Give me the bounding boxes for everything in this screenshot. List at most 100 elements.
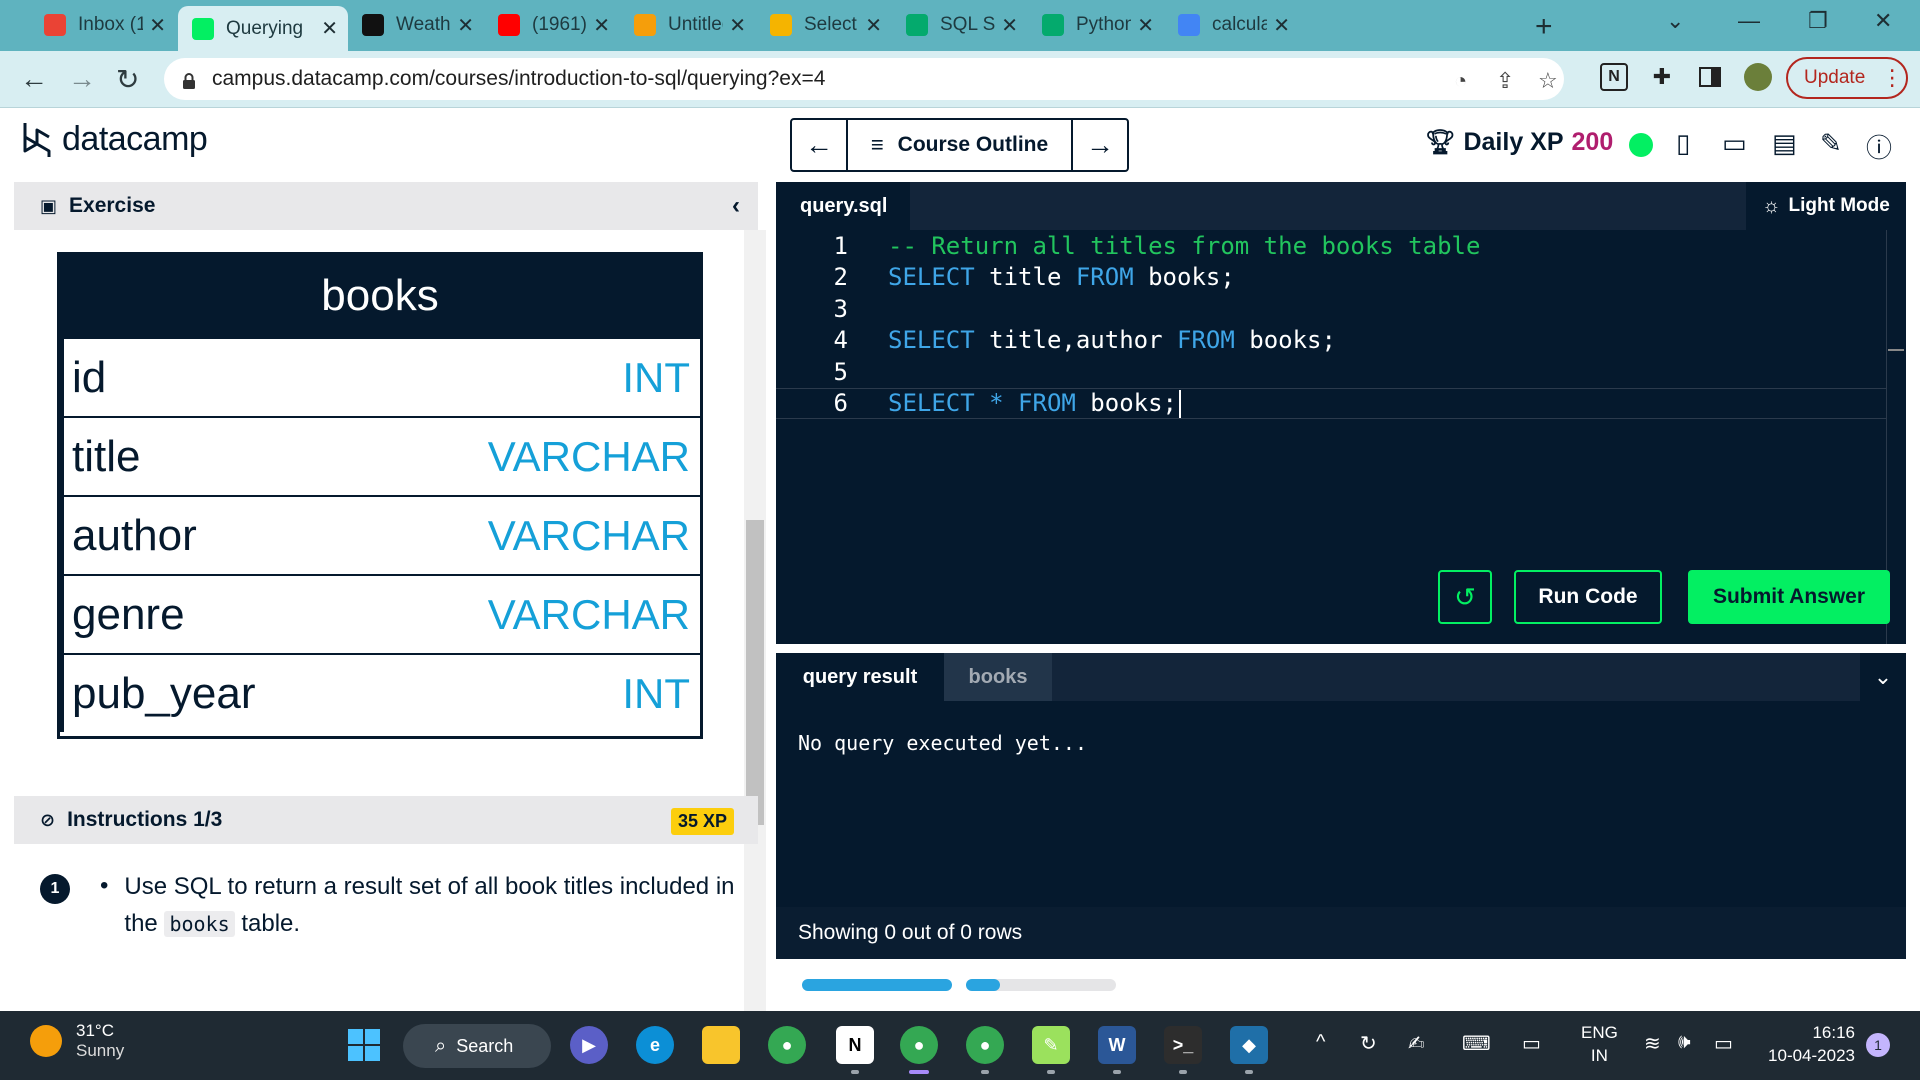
w3schools-icon <box>1042 14 1064 36</box>
bookmark-star-icon[interactable]: ☆ <box>1538 68 1558 94</box>
language-indicator[interactable]: ENG IN <box>1581 1021 1618 1067</box>
result-message: No query executed yet... <box>798 731 1087 755</box>
code-input-area[interactable]: 1 -- Return all titles from the books tab… <box>776 230 1886 590</box>
mysql-workbench-icon[interactable]: ◆ <box>1230 1026 1268 1064</box>
terminal-icon[interactable]: >_ <box>1164 1026 1202 1064</box>
browser-tab[interactable]: Weather ✕ <box>348 6 484 44</box>
reset-icon: ↺ <box>1454 581 1476 612</box>
column-type: VARCHAR <box>487 432 690 480</box>
edge-icon[interactable]: e <box>636 1026 674 1064</box>
tab-search-icon[interactable]: ⌄ <box>1666 8 1684 34</box>
wifi-icon[interactable]: ≋ <box>1644 1031 1661 1056</box>
new-tab-button[interactable]: + <box>1535 10 1553 44</box>
close-tab-icon[interactable]: ✕ <box>593 13 610 38</box>
exercise-icon: ▣ <box>40 195 58 216</box>
code-line: 1 -- Return all titles from the books tab… <box>776 230 1886 261</box>
next-exercise-button[interactable]: → <box>1073 120 1127 170</box>
video-icon[interactable]: ▭ <box>1722 128 1747 159</box>
run-code-button[interactable]: Run Code <box>1514 570 1662 624</box>
side-panel-icon[interactable] <box>1696 63 1724 91</box>
code-text: SELECT title FROM books; <box>888 263 1235 291</box>
submit-answer-button[interactable]: Submit Answer <box>1688 570 1890 624</box>
file-explorer-icon[interactable] <box>702 1026 740 1064</box>
share-icon[interactable]: ⇪ <box>1496 68 1514 94</box>
tab-books[interactable]: books <box>944 653 1052 701</box>
weather-site-icon <box>362 14 384 36</box>
previous-exercise-button[interactable]: ← <box>792 120 846 170</box>
chrome-icon[interactable]: ● <box>768 1026 806 1064</box>
profile-avatar[interactable] <box>1744 63 1772 91</box>
close-tab-icon[interactable]: ✕ <box>149 13 166 38</box>
slides-icon[interactable]: ▤ <box>1772 128 1797 159</box>
tab-query-result[interactable]: query result <box>776 653 944 701</box>
taskbar-search[interactable]: ⌕ Search <box>403 1024 551 1068</box>
teams-chat-icon[interactable]: ▶ <box>570 1026 608 1064</box>
close-tab-icon[interactable]: ✕ <box>1137 13 1154 38</box>
forward-icon[interactable]: → <box>68 63 96 95</box>
chrome-profile-2-icon[interactable]: ● <box>966 1026 1004 1064</box>
notes-edit-icon[interactable]: ✎ <box>1820 128 1842 159</box>
close-tab-icon[interactable]: ✕ <box>457 13 474 38</box>
battery-icon[interactable]: ▭ <box>1714 1031 1733 1056</box>
notion-extension-icon[interactable]: N <box>1600 63 1628 91</box>
keyboard-icon[interactable]: ⌨ <box>1462 1031 1491 1056</box>
chrome-profile-icon[interactable]: ● <box>900 1026 938 1064</box>
reload-icon[interactable]: ↻ <box>116 63 139 96</box>
close-window-icon[interactable]: ✕ <box>1874 8 1892 34</box>
close-tab-icon[interactable]: ✕ <box>1273 13 1290 38</box>
chevron-down-icon[interactable]: ⌄ <box>1860 653 1906 701</box>
clock[interactable]: 16:16 10-04-2023 <box>1763 1021 1855 1067</box>
scrollbar-thumb[interactable] <box>746 520 764 825</box>
code-line: 6 SELECT * FROM books; <box>776 387 1886 419</box>
sql-comment: -- Return all titles from the books tabl… <box>888 231 1481 260</box>
url-bar[interactable]: campus.datacamp.com/courses/introduction… <box>164 58 1564 100</box>
show-hidden-icons-icon[interactable]: ^ <box>1316 1031 1325 1054</box>
python-idle-icon[interactable]: ✎ <box>1032 1026 1070 1064</box>
reset-code-button[interactable]: ↺ <box>1438 570 1492 624</box>
minimize-icon[interactable]: — <box>1738 8 1760 34</box>
close-tab-icon[interactable]: ✕ <box>729 13 746 38</box>
volume-icon[interactable]: 🕪︎ <box>1678 1031 1691 1054</box>
back-icon[interactable]: ← <box>20 63 48 95</box>
browser-tab[interactable]: Python V✕ <box>1028 6 1164 44</box>
pen-menu-icon[interactable]: ✍ <box>1408 1031 1425 1056</box>
report-issue-icon[interactable]: ⓘ <box>1866 128 1892 165</box>
close-tab-icon[interactable]: ✕ <box>865 13 882 38</box>
sync-icon[interactable]: ↻ <box>1360 1031 1377 1056</box>
word-icon[interactable]: W <box>1098 1026 1136 1064</box>
browser-tab[interactable]: Querying ✕ <box>178 6 348 51</box>
extensions-puzzle-icon[interactable]: ✚ <box>1648 63 1676 91</box>
tab-title: Select ro <box>804 14 859 35</box>
performance-icon[interactable]: ◔ <box>1454 68 1467 94</box>
file-tab-query-sql[interactable]: query.sql <box>776 182 910 230</box>
tab-title: Python V <box>1076 14 1132 35</box>
browser-tab[interactable]: Untitled. ✕ <box>620 6 756 44</box>
datacamp-logo[interactable]: datacamp <box>22 120 208 159</box>
browser-tab[interactable]: calculato✕ <box>1164 6 1300 44</box>
exercise-scrollbar[interactable]: ▼ <box>744 230 766 1066</box>
browser-tab[interactable]: (1961) Le ✕ <box>484 6 620 44</box>
sun-icon: ☼ <box>1762 194 1781 217</box>
update-button[interactable]: Update ⋮ <box>1786 57 1908 99</box>
xp-badge: 35 XP <box>670 808 734 835</box>
inline-code: books <box>164 911 235 937</box>
menu-dots-icon[interactable]: ⋮ <box>1881 65 1903 91</box>
close-tab-icon[interactable]: ✕ <box>1001 13 1018 38</box>
close-tab-icon[interactable]: ✕ <box>321 16 338 41</box>
browser-tab[interactable]: Select ro ✕ <box>756 6 892 44</box>
collapse-panel-icon[interactable]: ‹ <box>732 192 740 220</box>
notion-icon[interactable]: N <box>836 1026 874 1064</box>
mobile-icon[interactable]: ▯ <box>1676 128 1690 159</box>
browser-tab[interactable]: Inbox (1,✕ <box>30 6 176 44</box>
browser-tab[interactable]: SQL Synt✕ <box>892 6 1028 44</box>
notification-badge[interactable]: 1 <box>1866 1033 1890 1057</box>
sunny-icon <box>30 1025 62 1057</box>
tablet-mode-icon[interactable]: ▭ <box>1522 1031 1541 1056</box>
windows-start-icon[interactable] <box>345 1026 383 1064</box>
schema-row: title VARCHAR <box>60 416 700 495</box>
light-mode-toggle[interactable]: ☼ Light Mode <box>1746 182 1906 230</box>
weather-widget[interactable]: 31°C Sunny <box>30 1021 124 1061</box>
course-outline-button[interactable]: ≡ Course Outline <box>846 120 1073 170</box>
restore-icon[interactable]: ❐ <box>1808 8 1828 34</box>
progress-fill <box>966 979 1000 991</box>
